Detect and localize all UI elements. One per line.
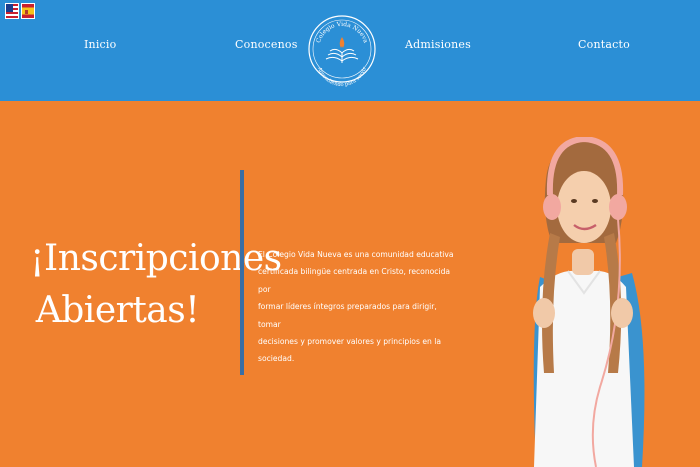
school-logo[interactable]: Colegio Vida Nueva Aprendiendo para serv… [307, 1, 377, 101]
hero-description-line: formar líderes íntegros preparados para … [258, 302, 437, 329]
hero-section: ¡Inscripciones Abiertas! El Colegio Vida… [0, 101, 700, 467]
logo-bottom-text: Aprendiendo para servir [316, 65, 369, 88]
hero-title-line1: ¡Inscripciones [30, 238, 282, 279]
nav-link-conocenos[interactable]: Conocenos [235, 38, 298, 51]
hero-description-line: certificada bilingüe centrada en Cristo,… [258, 267, 451, 294]
book-icon [325, 48, 359, 63]
top-navbar: Inicio Conocenos Admisiones Contacto Col… [0, 0, 700, 101]
hero-title-line2: Abiertas! [35, 290, 200, 331]
vertical-divider [240, 170, 244, 375]
hero-title: ¡Inscripciones Abiertas! [30, 233, 282, 337]
nav-link-admisiones[interactable]: Admisiones [405, 38, 471, 51]
nav-link-contacto[interactable]: Contacto [578, 38, 630, 51]
student-photo [533, 137, 645, 467]
flame-icon [339, 37, 345, 48]
us-flag-icon[interactable] [5, 3, 19, 19]
hero-description-line: El Colegio Vida Nueva es una comunidad e… [258, 250, 454, 259]
nav-link-inicio[interactable]: Inicio [84, 38, 116, 51]
hero-description: El Colegio Vida Nueva es una comunidad e… [258, 246, 458, 368]
spain-flag-icon[interactable] [21, 3, 35, 19]
hero-description-line: decisiones y promover valores y principi… [258, 337, 441, 364]
